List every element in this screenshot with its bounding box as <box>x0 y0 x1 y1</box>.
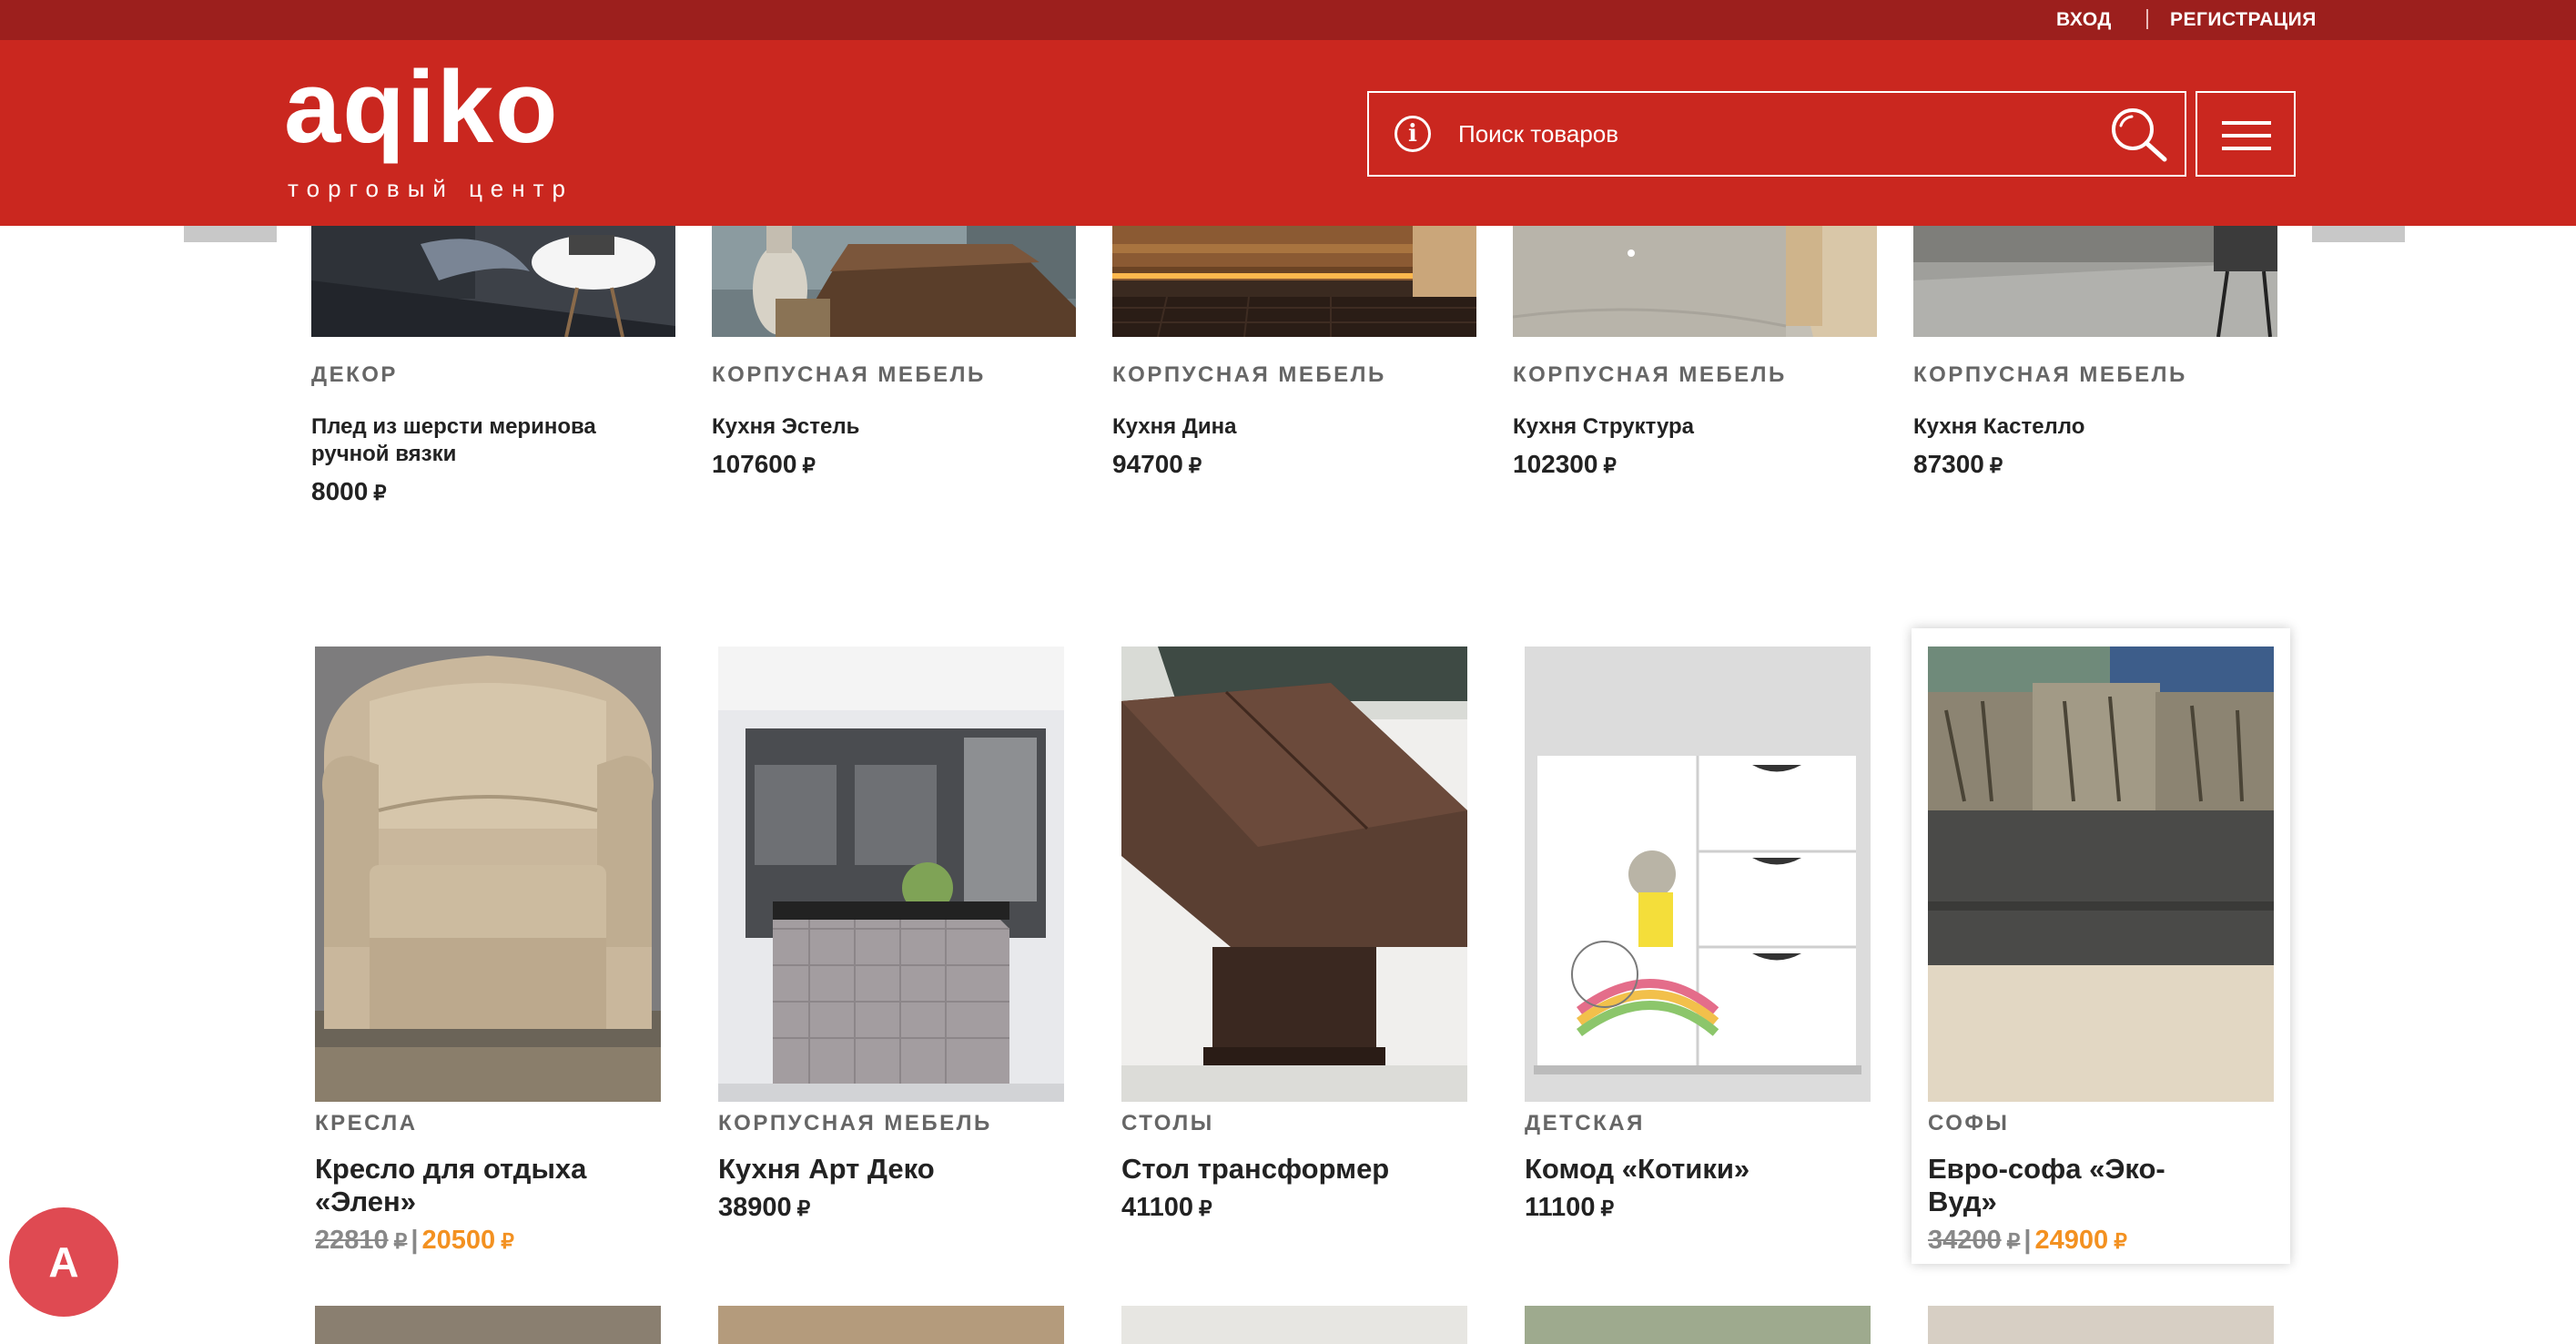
old-price: 22810 ₽ <box>315 1226 407 1255</box>
price-value: 102300 <box>1513 450 1598 478</box>
register-link[interactable]: РЕГИСТРАЦИЯ <box>2170 0 2317 40</box>
product-image[interactable] <box>315 1306 661 1344</box>
product-image[interactable] <box>718 1306 1064 1344</box>
price-value: 38900 <box>718 1193 792 1222</box>
product-category: КОРПУСНАЯ МЕБЕЛЬ <box>1112 362 1386 387</box>
currency-symbol: ₽ <box>393 1229 408 1253</box>
product-name[interactable]: Евро-софа «Эко-Вуд» <box>1928 1153 2201 1218</box>
product-image <box>1928 647 2274 1102</box>
sale-price-value: 20500 <box>421 1226 496 1255</box>
sale-price: 24900 ₽ <box>2035 1226 2127 1255</box>
product-name[interactable]: Комод «Котики» <box>1525 1153 1871 1186</box>
currency-symbol: ₽ <box>796 1196 811 1220</box>
product-name[interactable]: Кухня Кастелло <box>1913 413 2277 441</box>
price-value: 41100 <box>1121 1193 1194 1222</box>
currency-symbol: ₽ <box>2114 1229 2127 1253</box>
auth-divider <box>2146 9 2148 29</box>
product-name[interactable]: Кухня Структура <box>1513 413 1877 441</box>
product-image <box>311 226 675 337</box>
product-category: ДЕТСКАЯ <box>1525 1111 1645 1135</box>
product-price: 34200 ₽ | 24900 ₽ <box>1928 1226 2127 1255</box>
price-value: 8000 <box>311 477 369 505</box>
product-card[interactable]: СОФЫ Евро-софа «Эко-Вуд» 34200 ₽ | 24900 ₽ <box>1912 628 2290 1264</box>
login-link[interactable]: ВХОД <box>2056 0 2112 40</box>
price-value: 94700 <box>1112 450 1183 478</box>
product-name[interactable]: Кресло для отдыха «Элен» <box>315 1153 661 1218</box>
product-name[interactable]: Плед из шерсти меринова ручной вязки <box>311 413 675 468</box>
sale-price: 20500 ₽ <box>422 1226 514 1255</box>
logo-subtitle: торговый центр <box>288 175 573 202</box>
product-image <box>1913 226 2277 337</box>
product-price: 94700 ₽ <box>1112 450 1202 479</box>
product-category: СТОЛЫ <box>1121 1111 1214 1135</box>
currency-symbol: ₽ <box>373 482 387 504</box>
product-image <box>1121 647 1467 1102</box>
currency-symbol: ₽ <box>2006 1229 2021 1253</box>
product-category: СОФЫ <box>1928 1111 2010 1135</box>
currency-symbol: ₽ <box>1989 454 2003 477</box>
product-price: 38900 ₽ <box>718 1193 810 1223</box>
carousel-next-button[interactable] <box>2312 226 2405 242</box>
hamburger-icon <box>2222 121 2271 125</box>
product-name[interactable]: Кухня Дина <box>1112 413 1476 441</box>
menu-button[interactable] <box>2196 91 2296 177</box>
currency-symbol: ₽ <box>1603 454 1617 477</box>
old-price: 34200 ₽ <box>1928 1226 2020 1255</box>
price-value: 87300 <box>1913 450 1984 478</box>
product-price: 107600 ₽ <box>712 450 816 479</box>
product-image <box>718 647 1064 1102</box>
search-icon <box>2112 108 2167 162</box>
top-bar: ВХОД РЕГИСТРАЦИЯ <box>0 0 2576 40</box>
product-image[interactable] <box>1121 1306 1467 1344</box>
product-image[interactable] <box>1928 1306 2274 1344</box>
product-image <box>712 226 1076 337</box>
search-button[interactable] <box>2108 106 2168 162</box>
product-price: 41100 ₽ <box>1121 1193 1212 1223</box>
product-category: КОРПУСНАЯ МЕБЕЛЬ <box>718 1111 992 1135</box>
product-category: КРЕСЛА <box>315 1111 418 1135</box>
currency-symbol: ₽ <box>802 454 816 477</box>
product-image <box>1513 226 1877 337</box>
currency-symbol: ₽ <box>1188 454 1202 477</box>
product-category: ДЕКОР <box>311 362 398 387</box>
user-avatar[interactable]: A <box>9 1207 118 1317</box>
product-category: КОРПУСНАЯ МЕБЕЛЬ <box>1513 362 1787 387</box>
product-image <box>1525 647 1871 1102</box>
product-name[interactable]: Кухня Эстель <box>712 413 1076 441</box>
product-price: 102300 ₽ <box>1513 450 1617 479</box>
product-category: КОРПУСНАЯ МЕБЕЛЬ <box>712 362 986 387</box>
product-image[interactable] <box>1525 1306 1871 1344</box>
search-input[interactable] <box>1456 93 2075 175</box>
product-price: 87300 ₽ <box>1913 450 2003 479</box>
search-box: i <box>1367 91 2186 177</box>
currency-symbol: ₽ <box>1199 1196 1212 1220</box>
price-value: 11100 <box>1525 1193 1596 1222</box>
old-price-value: 34200 <box>1928 1226 2002 1255</box>
sale-price-value: 24900 <box>2034 1226 2109 1255</box>
product-category: КОРПУСНАЯ МЕБЕЛЬ <box>1913 362 2187 387</box>
info-icon[interactable]: i <box>1394 116 1431 152</box>
hamburger-icon-line <box>2222 147 2271 150</box>
currency-symbol: ₽ <box>501 1229 514 1253</box>
price-value: 107600 <box>712 450 797 478</box>
product-image <box>315 647 661 1102</box>
hamburger-icon-line <box>2222 134 2271 137</box>
product-name[interactable]: Стол трансформер <box>1121 1153 1467 1186</box>
product-price: 11100 ₽ <box>1525 1193 1614 1223</box>
currency-symbol: ₽ <box>1600 1196 1615 1220</box>
product-name[interactable]: Кухня Арт Деко <box>718 1153 1064 1186</box>
product-price: 22810 ₽ | 20500 ₽ <box>315 1226 514 1255</box>
product-image <box>1112 226 1476 337</box>
logo[interactable]: aqiko <box>284 56 560 158</box>
carousel-prev-button[interactable] <box>184 226 277 242</box>
product-price: 8000 ₽ <box>311 477 387 506</box>
old-price-value: 22810 <box>315 1226 389 1255</box>
